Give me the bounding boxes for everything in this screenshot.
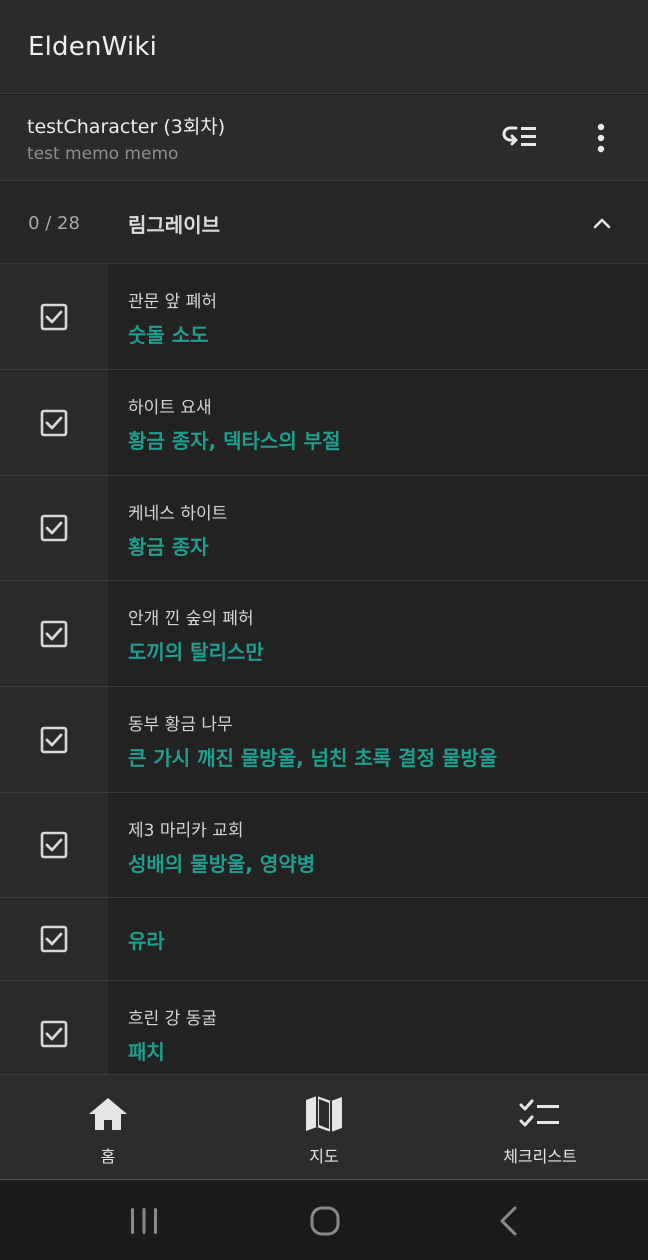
checkbox-checked-icon: [40, 620, 68, 647]
item-location: 하이트 요새: [128, 398, 212, 418]
system-navigation-bar: [0, 1181, 648, 1260]
map-icon: [306, 1096, 342, 1132]
app-bar: EldenWiki: [0, 0, 648, 94]
recents-button[interactable]: [114, 1199, 174, 1243]
chevron-up-icon: [593, 218, 611, 229]
section-progress-count: 0 / 28: [28, 212, 80, 234]
list-item[interactable]: 하이트 요새 황금 종자, 덱타스의 부절: [0, 370, 648, 476]
list-item-content: 안개 낀 숲의 폐허 도끼의 탈리스만: [108, 581, 648, 686]
list-item-content: 케네스 하이트 황금 종자: [108, 476, 648, 580]
checkbox[interactable]: [0, 370, 108, 475]
checkbox[interactable]: [0, 476, 108, 580]
item-name: 패치: [128, 1040, 165, 1064]
checkbox[interactable]: [0, 898, 108, 980]
item-location: 안개 낀 숲의 폐허: [128, 609, 254, 629]
list-item-content: 하이트 요새 황금 종자, 덱타스의 부절: [108, 370, 648, 475]
list-item[interactable]: 케네스 하이트 황금 종자: [0, 476, 648, 581]
nav-checklist[interactable]: 체크리스트: [432, 1075, 648, 1181]
item-name: 유라: [128, 929, 165, 953]
item-name: 큰 가시 깨진 물방울, 넘친 초록 결정 물방울: [128, 746, 498, 770]
nav-home-label: 홈: [100, 1147, 116, 1166]
back-button[interactable]: [478, 1199, 538, 1243]
item-name: 황금 종자: [128, 535, 209, 559]
character-name: testCharacter (3회차): [27, 116, 226, 138]
checkbox[interactable]: [0, 687, 108, 792]
list-item[interactable]: 제3 마리카 교회 성배의 물방울, 영약병: [0, 793, 648, 898]
checkbox-checked-icon: [40, 831, 68, 859]
list-item-content: 관문 앞 폐허 숫돌 소도: [108, 264, 648, 369]
character-memo: test memo memo: [27, 144, 179, 164]
sort-button[interactable]: [496, 117, 544, 159]
more-options-button[interactable]: [582, 117, 620, 159]
item-location: 케네스 하이트: [128, 504, 228, 524]
bottom-navigation: 홈 지도 체크리스트: [0, 1074, 648, 1180]
more-vert-icon: [597, 123, 605, 153]
item-name: 도끼의 탈리스만: [128, 640, 264, 664]
app-title: EldenWiki: [28, 31, 158, 62]
checkbox[interactable]: [0, 264, 108, 369]
checkbox-checked-icon: [40, 514, 68, 542]
checklist-icon: [519, 1099, 559, 1127]
nav-map-label: 지도: [309, 1147, 339, 1166]
nav-checklist-label: 체크리스트: [503, 1147, 577, 1166]
checkbox-checked-icon: [40, 303, 68, 330]
checkbox-checked-icon: [40, 726, 68, 753]
item-name: 숫돌 소도: [128, 323, 209, 347]
checkbox-checked-icon: [40, 925, 68, 953]
checkbox-checked-icon: [40, 409, 68, 436]
checkbox-checked-icon: [40, 1020, 68, 1047]
item-name: 황금 종자, 덱타스의 부절: [128, 429, 341, 453]
list-item[interactable]: 안개 낀 숲의 폐허 도끼의 탈리스만: [0, 581, 648, 687]
nav-home[interactable]: 홈: [0, 1075, 216, 1181]
list-item[interactable]: 유라: [0, 898, 648, 981]
section-title: 림그레이브: [128, 212, 220, 237]
list-item-content: 동부 황금 나무 큰 가시 깨진 물방울, 넘친 초록 결정 물방울: [108, 687, 648, 792]
item-location: 관문 앞 폐허: [128, 292, 218, 312]
character-bar[interactable]: testCharacter (3회차) test memo memo: [0, 95, 648, 181]
home-icon: [89, 1098, 127, 1130]
list-item[interactable]: 관문 앞 폐허 숫돌 소도: [0, 264, 648, 370]
list-item[interactable]: 동부 황금 나무 큰 가시 깨진 물방울, 넘친 초록 결정 물방울: [0, 687, 648, 793]
section-header[interactable]: 0 / 28 림그레이브: [0, 182, 648, 264]
item-location: 동부 황금 나무: [128, 715, 233, 735]
list-item[interactable]: 흐린 강 동굴 패치: [0, 981, 648, 1074]
item-location: 흐린 강 동굴: [128, 1009, 218, 1029]
item-name: 성배의 물방울, 영약병: [128, 852, 316, 876]
checkbox[interactable]: [0, 793, 108, 897]
collapse-button[interactable]: [580, 202, 624, 244]
checkbox[interactable]: [0, 981, 108, 1074]
list-item-content: 제3 마리카 교회 성배의 물방울, 영약병: [108, 793, 648, 897]
nav-map[interactable]: 지도: [216, 1075, 432, 1181]
home-circle-icon: [310, 1206, 340, 1236]
sort-list-icon: [502, 126, 536, 146]
list-item-content: 흐린 강 동굴 패치: [108, 981, 648, 1074]
system-home-button[interactable]: [295, 1199, 355, 1243]
item-location: 제3 마리카 교회: [128, 821, 244, 841]
back-icon: [500, 1206, 517, 1236]
checklist[interactable]: 관문 앞 폐허 숫돌 소도 하이트 요새 황금 종자, 덱타스의 부절 케네스 …: [0, 264, 648, 1074]
checkbox[interactable]: [0, 581, 108, 686]
list-item-content: 유라: [108, 898, 648, 980]
recents-icon: [131, 1208, 157, 1234]
